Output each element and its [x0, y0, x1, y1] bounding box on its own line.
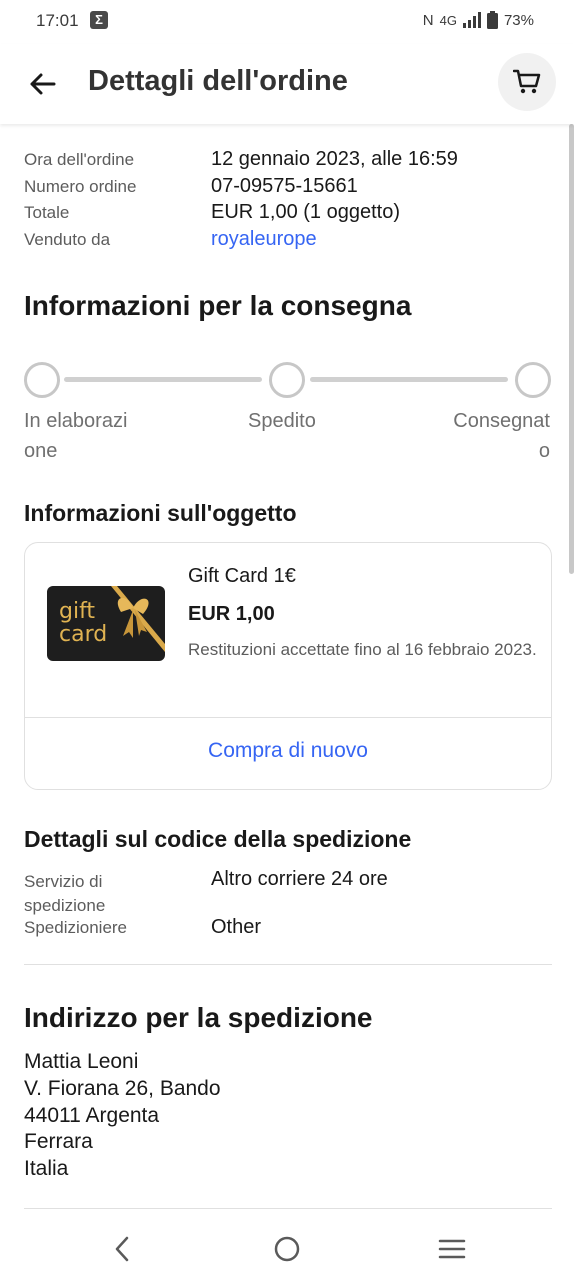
- step-processing-circle: [24, 362, 60, 398]
- status-time: 17:01: [36, 11, 79, 30]
- shipping-section-title: Dettagli sul codice della spedizione: [24, 826, 412, 852]
- label-line: spedizione: [24, 896, 106, 915]
- back-button[interactable]: [22, 64, 62, 104]
- address-section-title: Indirizzo per la spedizione: [24, 1002, 373, 1033]
- notification-app-icon: Σ: [90, 11, 108, 29]
- step-processing-label: In elaborazi one: [24, 406, 127, 466]
- step-label-line: one: [24, 440, 58, 462]
- cart-icon: [513, 69, 541, 94]
- nfc-icon: N: [422, 11, 434, 29]
- address-name: Mattia Leoni: [24, 1050, 139, 1073]
- address-province: Ferrara: [24, 1130, 93, 1153]
- address-street: V. Fiorana 26, Bando: [24, 1077, 221, 1100]
- page-title: Dettagli dell'ordine: [88, 65, 348, 97]
- network-type: 4G: [439, 12, 457, 28]
- item-section-title: Informazioni sull'oggetto: [24, 500, 297, 526]
- chevron-left-icon: [115, 1236, 129, 1262]
- delivery-section-title: Informazioni per la consegna: [24, 290, 412, 321]
- system-nav-bar: [0, 1215, 574, 1280]
- shipping-service-label: Servizio di spedizione: [24, 870, 105, 918]
- step-shipped-label: Spedito: [248, 406, 316, 436]
- cart-button[interactable]: [498, 53, 556, 111]
- section-divider: [24, 964, 552, 965]
- step-label-line: o: [538, 440, 550, 462]
- address-country: Italia: [24, 1157, 69, 1180]
- scrollbar[interactable]: [569, 124, 574, 574]
- label-line: Servizio di: [24, 872, 103, 891]
- home-circle-icon: [274, 1236, 300, 1262]
- order-time-label: Ora dell'ordine: [24, 150, 135, 169]
- seller-link[interactable]: royaleurope: [211, 228, 317, 251]
- item-price: EUR 1,00: [188, 603, 275, 625]
- item-card: gift card Gift Card 1€ EUR 1,00 Restituz…: [24, 542, 552, 790]
- order-total-value: EUR 1,00 (1 oggetto): [211, 201, 400, 223]
- arrow-left-icon: [30, 73, 56, 95]
- status-indicators: N 4G 73%: [423, 11, 534, 29]
- order-number-label: Numero ordine: [24, 177, 137, 196]
- carrier-value: Other: [211, 916, 262, 938]
- step-label-line: In elaborazi: [24, 410, 128, 432]
- status-bar: 17:01 Σ N 4G 73%: [0, 0, 574, 44]
- buy-again-button[interactable]: Compra di nuovo: [25, 739, 551, 763]
- signal-icon: [462, 12, 481, 28]
- seller-label: Venduto da: [24, 230, 111, 249]
- nav-recents-button[interactable]: [434, 1231, 470, 1267]
- card-divider: [25, 717, 551, 718]
- gift-text-line: gift: [59, 599, 96, 624]
- step-connector: [64, 377, 262, 382]
- order-total-label: Totale: [24, 203, 70, 222]
- battery-percent: 73%: [503, 11, 534, 29]
- app-header: Dettagli dell'ordine: [0, 44, 574, 124]
- battery-icon: [486, 11, 498, 29]
- step-shipped-circle: [269, 362, 305, 398]
- step-delivered-circle: [515, 362, 551, 398]
- section-divider: [24, 1208, 552, 1209]
- item-returns-info: Restituzioni accettate fino al 16 febbra…: [188, 640, 537, 659]
- address-postal-city: 44011 Argenta: [24, 1104, 160, 1127]
- order-number-value: 07-09575-15661: [211, 175, 358, 197]
- carrier-label: Spedizioniere: [24, 918, 128, 937]
- item-title[interactable]: Gift Card 1€: [188, 565, 296, 588]
- shipping-service-value: Altro corriere 24 ore: [211, 868, 388, 890]
- step-label-line: Spedito: [248, 410, 316, 432]
- nav-back-button[interactable]: [104, 1231, 140, 1267]
- step-label-line: Consegnat: [453, 410, 550, 432]
- nav-home-button[interactable]: [269, 1231, 305, 1267]
- menu-lines-icon: [438, 1239, 466, 1259]
- step-delivered-label: Consegnat o: [453, 406, 550, 466]
- step-connector: [310, 377, 508, 382]
- order-time-value: 12 gennaio 2023, alle 16:59: [211, 148, 458, 170]
- gift-text-line: card: [59, 622, 108, 647]
- gift-card-image[interactable]: gift card: [47, 586, 165, 661]
- gift-card-text: gift card: [59, 600, 107, 646]
